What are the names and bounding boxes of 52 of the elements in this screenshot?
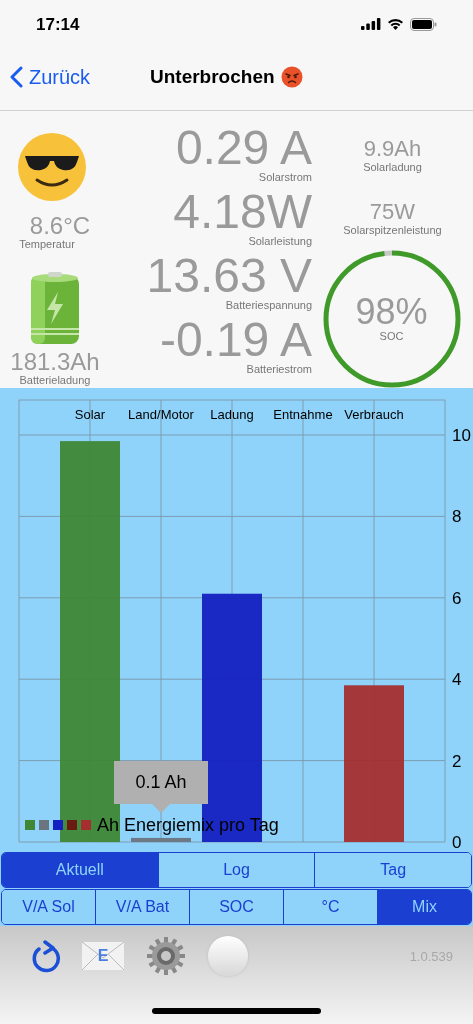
- summary-value: 9.9Ah: [363, 136, 422, 161]
- gauge-track: [382, 250, 392, 257]
- category-label: Solar: [74, 406, 106, 422]
- reading-value: -0.19 A: [159, 316, 312, 363]
- sunglasses-emoji-icon: [17, 131, 87, 202]
- temperature-label: Temperatur: [19, 237, 75, 250]
- category-label: Ladung: [210, 406, 254, 422]
- nav-title: Unterbrochen: [150, 64, 275, 89]
- refresh-button[interactable]: [30, 939, 62, 974]
- axis-tick-label: 6: [452, 588, 462, 608]
- category-label: Verbrauch: [344, 406, 404, 422]
- value-tooltip: 0.1 Ah: [114, 760, 208, 804]
- axis-tick-label: 8: [452, 506, 462, 526]
- soc-value: 98%: [355, 294, 428, 331]
- axis-tick-label: 10: [452, 425, 471, 445]
- segment-tab[interactable]: Tag: [314, 853, 471, 888]
- battery-icon: [29, 271, 81, 346]
- settings-button[interactable]: [146, 936, 186, 977]
- reading-label: Batteriestrom: [246, 362, 312, 375]
- axis-tick-label: 4: [452, 669, 462, 689]
- temperature-value: 8.6°C: [29, 213, 91, 238]
- settings-icon: [146, 936, 186, 977]
- reading-value: 4.18W: [173, 188, 312, 235]
- status-time: 17:14: [36, 13, 80, 36]
- reading-label: Solarstrom: [258, 170, 312, 183]
- battery-status-icon: [410, 17, 437, 31]
- summary-value: 75W: [369, 199, 416, 224]
- mail-button[interactable]: E: [82, 942, 124, 971]
- back-button[interactable]: Zurück: [0, 62, 91, 93]
- category-label: Entnahme: [273, 406, 333, 422]
- battery-charge-label: Batterieladung: [19, 373, 91, 386]
- segment-tab[interactable]: Mix: [377, 890, 471, 925]
- signal-icon: [361, 18, 381, 31]
- bar: [131, 837, 191, 842]
- reading-value: 13.63 V: [146, 252, 312, 299]
- axis-tick-label: 0: [452, 832, 462, 852]
- angry-emoji-icon: [280, 66, 303, 89]
- reading-label: Solarleistung: [248, 234, 312, 247]
- summary-label: Solarspitzenleistung: [343, 223, 442, 236]
- axis-tick-label: 2: [452, 751, 462, 771]
- refresh-icon: [31, 939, 61, 973]
- soc-label: SOC: [379, 330, 404, 343]
- reading-value: 0.29 A: [175, 124, 312, 171]
- segment-tab[interactable]: Aktuell: [2, 853, 158, 888]
- reading-label: Batteriespannung: [225, 298, 312, 311]
- envelope-icon: [82, 942, 124, 971]
- back-chevron-icon: [10, 66, 23, 89]
- tooltip-pointer-icon: [152, 803, 170, 813]
- wifi-icon: [387, 18, 404, 31]
- summary-label: Solarladung: [363, 160, 422, 173]
- battery-charge-value: 181.3Ah: [10, 349, 100, 374]
- category-label: Land/Motor: [128, 406, 194, 422]
